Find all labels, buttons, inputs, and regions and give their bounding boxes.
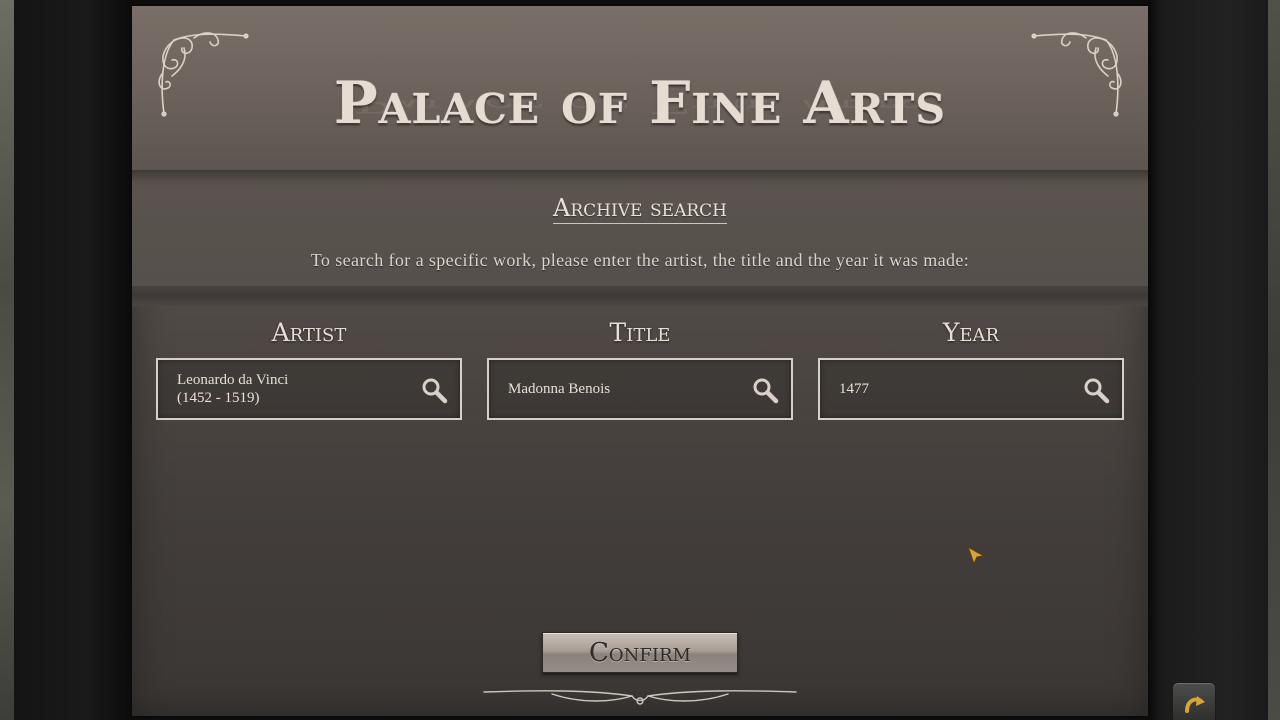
artist-value: Leonardo da Vinci (1452 - 1519) [177,372,289,406]
title-label: Title [609,318,671,347]
confirm-button[interactable]: Confirm [542,632,738,673]
year-value: 1477 [839,381,869,397]
frame-right [1148,0,1280,720]
title-reflection: Palace of Fine Arts [353,100,927,120]
search-icon[interactable] [1082,376,1110,404]
archive-panel: Palace of Fine Arts Palace of Fine Arts … [132,6,1148,716]
frame-left [14,0,132,720]
year-label: Year [942,318,1000,347]
section-heading-text: Archive search [553,194,727,224]
game-screen: Palace of Fine Arts Palace of Fine Arts … [0,0,1280,720]
title-field[interactable]: Madonna Benois [487,358,793,420]
section-heading: Archive search [132,194,1148,224]
search-icon[interactable] [751,376,779,404]
arrow-cursor-icon [966,545,986,565]
search-icon[interactable] [420,376,448,404]
artist-field[interactable]: Leonardo da Vinci (1452 - 1519) [156,358,462,420]
instructions-text: To search for a specific work, please en… [310,250,970,270]
flourish-ornament-icon [483,690,797,705]
undo-arrow-icon [1185,696,1205,713]
header-divider [132,170,1148,192]
background-wall-right [1268,0,1280,720]
background-wall-left [0,0,14,720]
year-field[interactable]: 1477 [818,358,1124,420]
artist-label: Artist [271,318,347,347]
subheader-divider [132,286,1148,306]
back-button[interactable] [1172,682,1216,720]
title-value: Madonna Benois [508,381,611,397]
